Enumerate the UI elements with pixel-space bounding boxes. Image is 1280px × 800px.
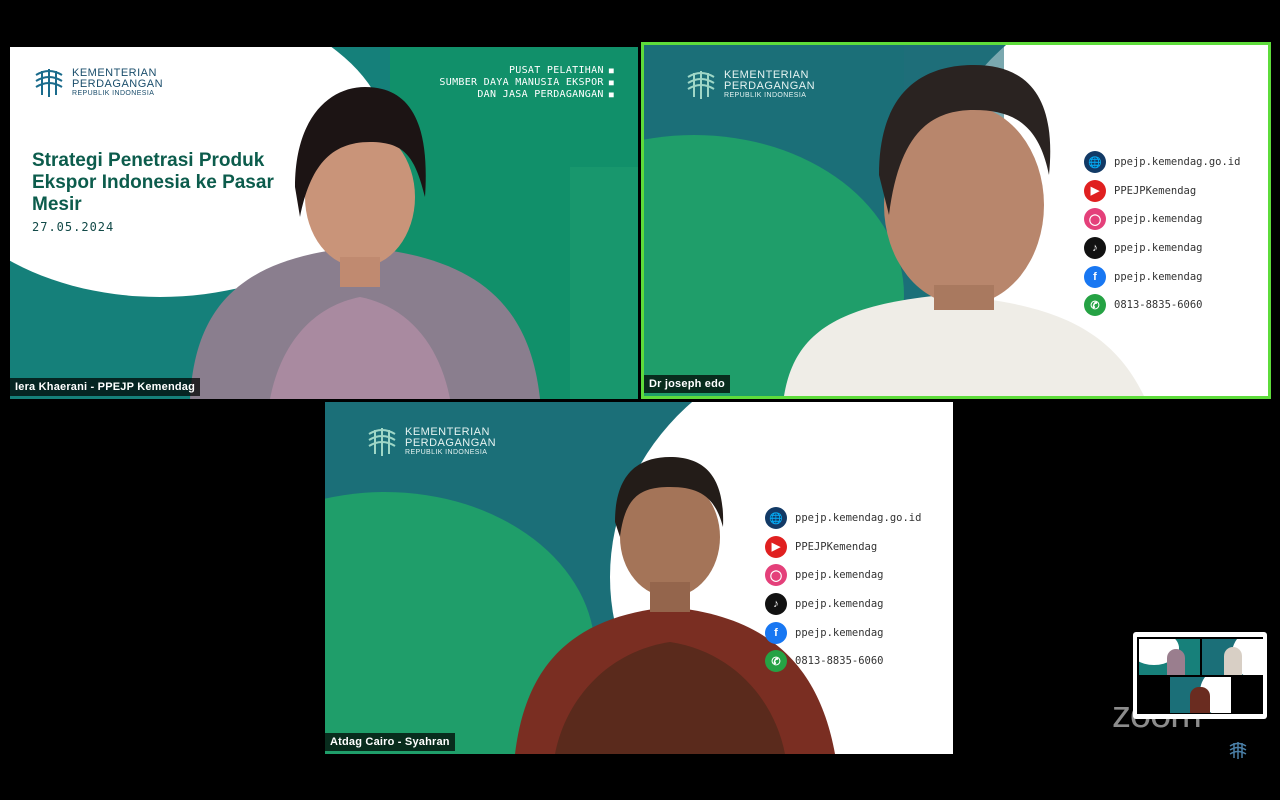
slide-date: 27.05.2024 [32, 220, 115, 234]
kemendag-logo: KEMENTERIAN PERDAGANGAN REPUBLIK INDONES… [365, 424, 496, 458]
social-item-facebook: f ppejp.kemendag [765, 618, 921, 647]
whatsapp-icon: ✆ [765, 650, 787, 673]
tiktok-icon: ♪ [765, 593, 787, 616]
social-links: 🌐 ppejp.kemendag.go.id ▶ PPEJPKemendag ◯… [765, 504, 921, 676]
participant-name: Atdag Cairo - Syahran [325, 733, 455, 751]
thumbnail-grid [1137, 637, 1263, 714]
kemendag-emblem-icon [368, 428, 396, 456]
kemendag-emblem-icon [687, 71, 715, 99]
participant-name: Dr joseph edo [644, 375, 730, 393]
slide-title: Strategi Penetrasi Produk Ekspor Indones… [32, 150, 302, 234]
social-item-tiktok: ♪ ppejp.kemendag [1084, 234, 1240, 263]
youtube-icon: ▶ [1084, 179, 1106, 202]
social-item-whatsapp: ✆ 0813-8835-6060 [1084, 291, 1240, 320]
kemendag-emblem-icon [35, 69, 63, 97]
social-item-youtube: ▶ PPEJPKemendag [1084, 177, 1240, 206]
social-item-tiktok: ♪ ppejp.kemendag [765, 590, 921, 619]
globe-icon: 🌐 [765, 507, 787, 530]
thumbnail-tile-guest [1170, 677, 1231, 713]
pusat-pelatihan-text: PUSAT PELATIHAN SUMBER DAYA MANUSIA EKSP… [439, 65, 614, 101]
whatsapp-icon: ✆ [1084, 294, 1106, 317]
social-item-facebook: f ppejp.kemendag [1084, 262, 1240, 291]
facebook-icon: f [765, 621, 787, 644]
participant-name: Iera Khaerani - PPEJP Kemendag [10, 378, 201, 396]
kemendag-emblem-icon [1229, 742, 1247, 759]
social-item-website: 🌐 ppejp.kemendag.go.id [1084, 148, 1240, 177]
social-item-whatsapp: ✆ 0813-8835-6060 [765, 647, 921, 676]
social-item-website: 🌐 ppejp.kemendag.go.id [765, 504, 921, 533]
tiktok-icon: ♪ [1084, 237, 1106, 260]
kemendag-logo: KEMENTERIAN PERDAGANGAN REPUBLIK INDONES… [684, 67, 815, 101]
social-item-instagram: ◯ ppejp.kemendag [765, 561, 921, 590]
thumbnail-tile-presenter [1139, 639, 1200, 675]
video-tile-active-speaker[interactable]: KEMENTERIAN PERDAGANGAN REPUBLIK INDONES… [641, 42, 1271, 399]
instagram-icon: ◯ [765, 564, 787, 587]
globe-icon: 🌐 [1084, 151, 1106, 174]
social-item-youtube: ▶ PPEJPKemendag [765, 533, 921, 562]
thumbnail-tile-speaker [1202, 639, 1263, 675]
youtube-icon: ▶ [765, 535, 787, 558]
social-item-instagram: ◯ ppejp.kemendag [1084, 205, 1240, 234]
kemendag-logo: KEMENTERIAN PERDAGANGAN REPUBLIK INDONES… [32, 65, 163, 99]
instagram-icon: ◯ [1084, 208, 1106, 231]
social-links: 🌐 ppejp.kemendag.go.id ▶ PPEJPKemendag ◯… [1084, 148, 1240, 320]
gallery-thumbnail-preview[interactable] [1133, 632, 1267, 719]
video-tile-presenter[interactable]: KEMENTERIAN PERDAGANGAN REPUBLIK INDONES… [10, 47, 638, 399]
facebook-icon: f [1084, 265, 1106, 288]
video-tile-guest[interactable]: KEMENTERIAN PERDAGANGAN REPUBLIK INDONES… [325, 402, 953, 754]
